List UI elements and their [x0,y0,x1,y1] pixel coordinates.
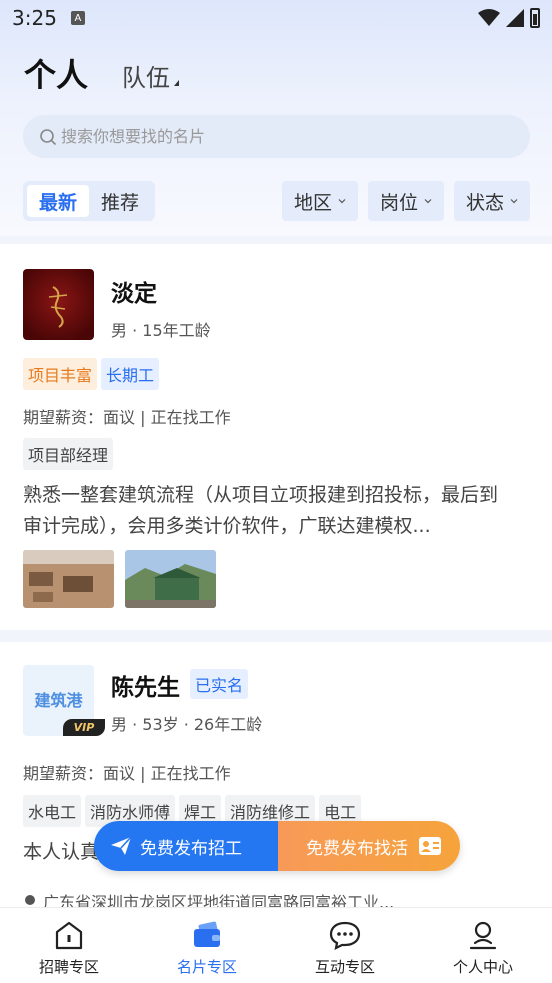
position-dropdown[interactable]: 岗位 [367,181,444,221]
avatar [23,269,94,340]
tab-label: 名片专区 [176,958,237,976]
work-photo[interactable] [125,550,216,608]
work-photo[interactable] [23,550,114,608]
skill-tag: 水电工 [23,795,82,827]
salary-text: 期望薪资：面议 | 正在找工作 [23,764,231,783]
profile-card[interactable]: 建筑港 VIP 陈先生 已实名 男 · 53岁 · 26年工龄 期望薪资：面议 … [0,642,552,912]
find-job-button[interactable]: 免费发布找活 [278,821,460,871]
calligraphy-avatar-icon [48,286,68,328]
tab-personal[interactable]: 个人 [24,50,88,96]
description-line: 熟悉一整套建筑流程（从项目立项报建到招投标，最后到 [23,484,499,506]
profile-name: 陈先生 [111,675,180,701]
sort-latest-button[interactable]: 最新 [27,185,90,217]
status-dropdown[interactable]: 状态 [453,181,530,221]
post-job-button[interactable]: 免费发布招工 [94,821,278,871]
status-icons [478,8,540,28]
contact-card-icon [419,837,441,855]
person-icon [469,921,497,950]
tag-long-term: 长期工 [101,358,160,390]
post-job-label: 免费发布招工 [140,838,242,859]
floating-action-buttons: 免费发布招工 免费发布找活 [94,821,460,871]
description-line: 审计完成），会用多类计价软件，广联达建模权... [23,515,431,537]
tab-label: 互动专区 [314,958,375,976]
status-time: 3:25 [12,6,57,30]
position-label: 岗位 [379,191,418,214]
building-photo-icon [125,550,216,608]
chevron-down-icon [424,199,432,204]
salary-text: 期望薪资：面议 | 正在找工作 [23,408,231,427]
skill-row: 项目部经理 [23,438,117,470]
region-dropdown[interactable]: 地区 [281,181,358,221]
header-tabs: 个人 队伍 [24,50,528,94]
chevron-down-icon [338,199,346,204]
profile-card[interactable]: 淡定 男 · 15年工龄 项目丰富 长期工 期望薪资：面议 | 正在找工作 项目部… [0,244,552,630]
tab-team[interactable]: 队伍 [122,58,170,93]
skill-tag: 项目部经理 [23,438,114,470]
tab-cards[interactable]: 名片专区 [138,908,276,983]
location-row: 广东省深圳市龙岗区坪地街道同富路同富裕工业... [23,894,394,908]
excavation-photo-icon [23,550,114,608]
house-icon [55,921,83,950]
chat-bubble-icon [329,921,361,950]
verified-badge: 已实名 [190,669,249,699]
battery-icon [530,8,540,28]
tag-experienced: 项目丰富 [23,358,98,390]
filter-row: 最新 推荐 地区 岗位 状态 [23,181,530,221]
location-pin-icon [25,895,35,905]
avatar-logo-text: 建筑港 [34,691,83,710]
signal-icon [506,9,524,27]
tab-label: 个人中心 [452,958,513,976]
sort-recommend-button[interactable]: 推荐 [89,185,151,217]
sort-segment: 最新 推荐 [23,181,156,221]
region-label: 地区 [293,191,332,214]
search-icon [40,128,57,145]
status-label: 状态 [465,191,504,214]
bottom-tab-bar: 招聘专区 名片专区 互动专区 个人中心 [0,907,552,983]
status-bar: 3:25 A [0,0,552,36]
profile-meta: 男 · 15年工龄 [111,321,211,340]
chevron-down-icon [510,199,518,204]
tab-label: 招聘专区 [38,958,99,976]
tab-interaction[interactable]: 互动专区 [276,908,414,983]
team-caret-icon [174,80,180,86]
paper-plane-icon [111,836,132,855]
search-bar[interactable] [23,115,530,158]
profile-name: 淡定 [111,281,157,307]
notification-a-icon: A [70,11,85,25]
profile-description: 熟悉一整套建筑流程（从项目立项报建到招投标，最后到 审计完成），会用多类计价软件… [23,480,533,542]
tab-recruitment[interactable]: 招聘专区 [0,908,138,983]
wallet-card-icon [194,921,220,947]
search-input[interactable] [61,127,481,146]
find-job-label: 免费发布找活 [306,838,408,859]
profile-meta: 男 · 53岁 · 26年工龄 [111,715,263,734]
tag-row: 项目丰富 长期工 [23,358,163,390]
vip-badge: VIP [63,719,105,736]
filter-dropdowns: 地区 岗位 状态 [281,181,530,221]
wifi-icon [478,9,500,26]
location-text: 广东省深圳市龙岗区坪地街道同富路同富裕工业... [43,894,395,908]
tab-personal-center[interactable]: 个人中心 [414,908,552,983]
